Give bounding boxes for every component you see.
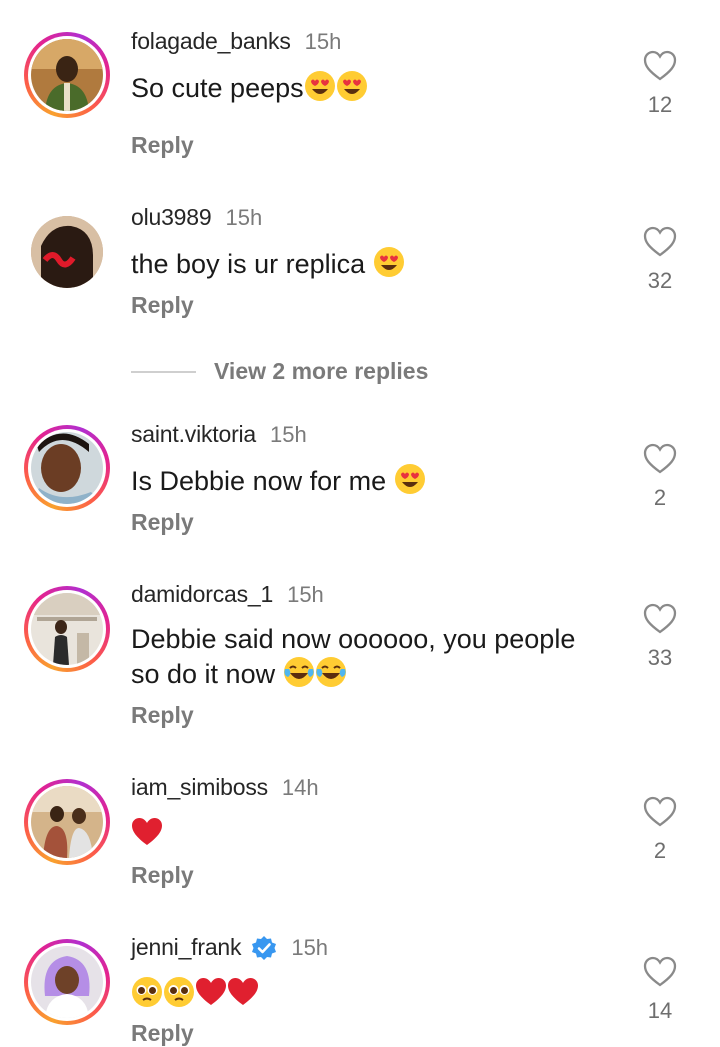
comment-time: 14h <box>281 774 319 800</box>
tears-of-joy-emoji <box>283 656 315 696</box>
comment-username[interactable]: folagade_banks <box>131 28 291 55</box>
like-control: 12 <box>638 50 682 118</box>
story-ring[interactable] <box>24 425 110 511</box>
divider-line <box>131 370 196 373</box>
comment-time: 15h <box>304 28 342 54</box>
heart-outline-icon[interactable] <box>643 226 677 258</box>
like-count: 14 <box>647 998 673 1023</box>
heart-eyes-emoji <box>304 70 336 110</box>
heart-outline-icon[interactable] <box>643 956 677 988</box>
reply-button[interactable]: Reply <box>131 292 194 319</box>
like-control: 32 <box>638 226 682 294</box>
comment-time: 15h <box>225 204 263 230</box>
like-count: 32 <box>647 268 673 293</box>
verified-badge-icon <box>252 935 277 960</box>
comment-username[interactable]: jenni_frank <box>131 934 242 961</box>
comment-username[interactable]: saint.viktoria <box>131 421 256 448</box>
comment-username[interactable]: damidorcas_1 <box>131 581 273 608</box>
comment-username[interactable]: olu3989 <box>131 204 212 231</box>
like-count: 33 <box>647 645 673 670</box>
heart-eyes-emoji <box>394 463 426 503</box>
comment-text: So cute peeps <box>131 70 611 110</box>
reply-button[interactable]: Reply <box>131 509 194 536</box>
story-ring[interactable] <box>24 779 110 865</box>
reply-button[interactable]: Reply <box>131 1020 194 1047</box>
like-count: 2 <box>653 838 667 863</box>
avatar <box>31 39 103 111</box>
avatar <box>31 946 103 1018</box>
comment-text: Is Debbie now for me <box>131 463 611 503</box>
like-count: 2 <box>653 485 667 510</box>
story-ring[interactable] <box>24 586 110 672</box>
heart-outline-icon[interactable] <box>643 443 677 475</box>
comment-time: 15h <box>287 581 324 607</box>
tears-of-joy-emoji <box>315 656 347 696</box>
heart-outline-icon[interactable] <box>643 603 677 635</box>
comment-username[interactable]: iam_simiboss <box>131 774 268 801</box>
view-more-label: View 2 more replies <box>214 358 429 384</box>
comment-text <box>131 816 611 856</box>
like-control: 2 <box>638 796 682 864</box>
comment-time: 15h <box>270 421 307 447</box>
heart-outline-icon[interactable] <box>643 796 677 828</box>
pleading-emoji <box>131 976 163 1016</box>
reply-button[interactable]: Reply <box>131 862 194 889</box>
story-ring[interactable] <box>24 939 110 1025</box>
pleading-emoji <box>163 976 195 1016</box>
like-control: 2 <box>638 443 682 511</box>
avatar <box>31 593 103 665</box>
comment-text: Debbie said now oooooo, you people so do… <box>131 623 611 696</box>
reply-button[interactable]: Reply <box>131 702 194 729</box>
like-control: 33 <box>638 603 682 671</box>
avatar <box>31 786 103 858</box>
avatar-wrapper[interactable] <box>24 209 110 295</box>
heart-outline-icon[interactable] <box>643 50 677 82</box>
avatar <box>31 216 103 288</box>
red-heart-emoji <box>227 976 259 1016</box>
view-more-replies[interactable]: View 2 more replies <box>131 358 428 385</box>
like-control: 14 <box>638 956 682 1024</box>
comment-text: the boy is ur replica <box>131 246 611 286</box>
avatar <box>31 432 103 504</box>
story-ring[interactable] <box>24 32 110 118</box>
red-heart-emoji <box>195 976 227 1016</box>
heart-eyes-emoji <box>373 246 405 286</box>
comment-time: 15h <box>291 934 329 960</box>
comment-text <box>131 976 611 1016</box>
reply-button[interactable]: Reply <box>131 132 194 159</box>
like-count: 12 <box>647 92 673 117</box>
heart-eyes-emoji <box>336 70 368 110</box>
red-heart-emoji <box>131 816 163 856</box>
